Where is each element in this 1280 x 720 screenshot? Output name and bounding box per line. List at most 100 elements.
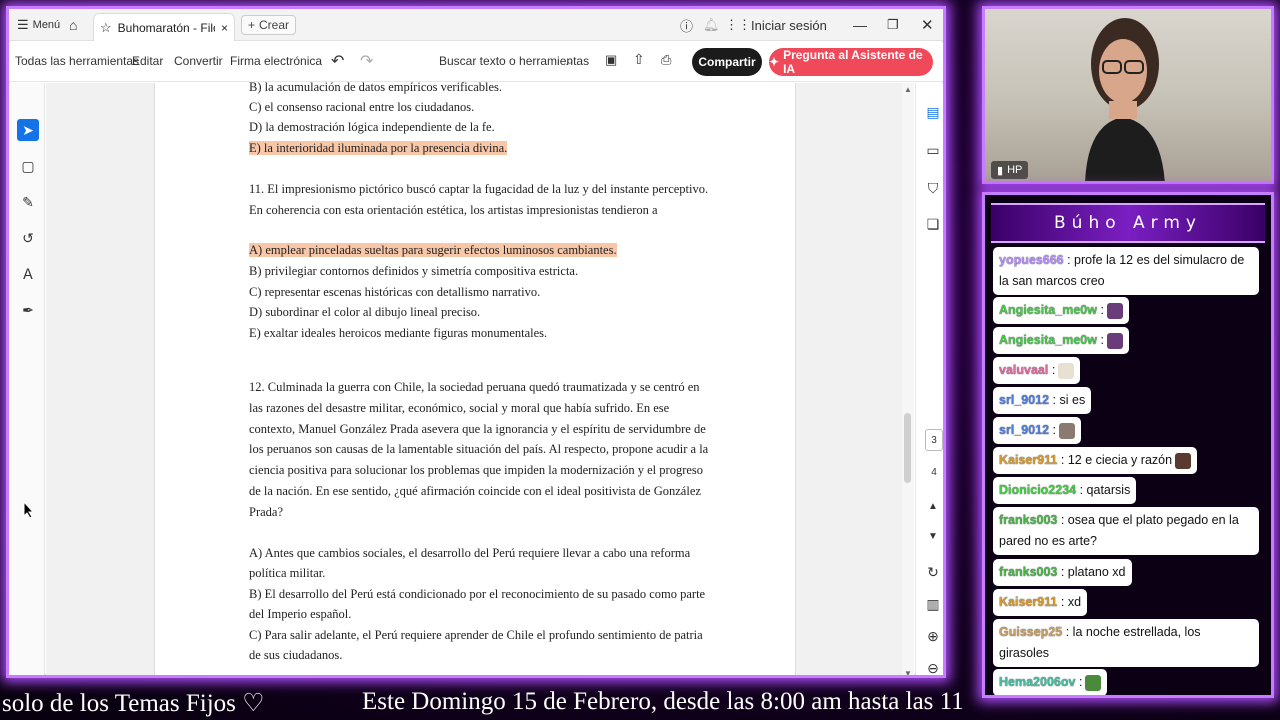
next-page-icon[interactable]: ▼ bbox=[922, 525, 943, 547]
refresh-icon[interactable]: ↻ bbox=[922, 561, 943, 583]
document-line: ciencia positiva para solucionar los pro… bbox=[249, 460, 703, 481]
chat-message: Guissep25 : la noche estrellada, los gir… bbox=[993, 619, 1259, 667]
document-line: D) la demostración lógica independiente … bbox=[249, 117, 495, 138]
signal-icon: ▮ bbox=[997, 164, 1004, 177]
document-line: D) subordinar el color al dibujo lineal … bbox=[249, 302, 480, 323]
page-next[interactable]: 4 bbox=[925, 461, 943, 483]
convert-menu[interactable]: Convertir bbox=[174, 54, 223, 68]
right-tool-rail: ▤ ▭ ⛉ ❏ 3 4 ▲ ▼ ↻ ▥ ⊕ ⊖ bbox=[915, 83, 943, 676]
chat-username[interactable]: Angiesita_me0w bbox=[999, 333, 1097, 347]
all-tools-menu[interactable]: Todas las herramientas bbox=[15, 54, 139, 68]
ticker-right-text: Este Domingo 15 de Febrero, desde las 8:… bbox=[362, 688, 964, 715]
undo-icon[interactable]: ↶ bbox=[331, 51, 344, 71]
scroll-down-icon[interactable]: ▼ bbox=[904, 669, 912, 675]
share-button[interactable]: Compartir bbox=[692, 48, 762, 76]
search-icon[interactable]: ⌕ bbox=[566, 52, 574, 69]
save-icon[interactable]: ▣ bbox=[605, 52, 617, 68]
draw-freehand-icon[interactable]: ↺ bbox=[17, 227, 39, 249]
chat-username[interactable]: yopues666 bbox=[999, 253, 1064, 267]
document-line: del Imperio español. bbox=[249, 604, 351, 625]
line-text: del Imperio español. bbox=[249, 607, 352, 621]
chat-username[interactable]: valuvaal bbox=[999, 363, 1048, 377]
menu-button[interactable]: ☰ Menú bbox=[17, 9, 60, 41]
chat-message: valuvaal : bbox=[993, 357, 1081, 384]
chat-message: Angiesita_me0w : bbox=[993, 327, 1129, 354]
chat-username[interactable]: franks003 bbox=[999, 513, 1057, 527]
chat-emote-icon bbox=[1106, 332, 1123, 349]
camera-label: ▮ HP bbox=[991, 161, 1029, 179]
document-line: C) representar escenas históricas con de… bbox=[249, 282, 540, 303]
line-text: C) representar escenas históricas con de… bbox=[249, 285, 541, 299]
chat-text: : si es bbox=[1052, 393, 1086, 407]
help-icon[interactable]: ⓘ bbox=[680, 9, 693, 41]
chat-username[interactable]: Dionicio2234 bbox=[999, 483, 1076, 497]
chat-message: franks003 : platano xd bbox=[993, 559, 1132, 586]
minimize-icon[interactable]: — bbox=[853, 9, 867, 41]
line-text: de sus ciudadanos. bbox=[249, 648, 343, 662]
line-text: C) el consenso racional entre los ciudad… bbox=[249, 100, 475, 114]
bookmark-icon[interactable]: ⛉ bbox=[922, 177, 943, 199]
edit-menu[interactable]: Editar bbox=[132, 54, 163, 68]
signin-link[interactable]: Iniciar sesión bbox=[751, 9, 827, 41]
line-text: B) El desarrollo del Perú está condicion… bbox=[249, 587, 706, 601]
star-icon[interactable]: ☆ bbox=[100, 20, 112, 36]
chat-username[interactable]: srl_9012 bbox=[999, 393, 1049, 407]
document-line: C) el consenso racional entre los ciudad… bbox=[249, 97, 474, 118]
redo-icon[interactable]: ↷ bbox=[360, 51, 373, 71]
new-tab-button[interactable]: + Crear bbox=[241, 15, 297, 35]
upload-icon[interactable]: ⇧ bbox=[633, 51, 645, 68]
document-line: Prada? bbox=[249, 502, 283, 523]
previous-page-icon[interactable]: ▲ bbox=[922, 495, 943, 517]
document-line: política militar. bbox=[249, 563, 325, 584]
document-line: contexto, Manuel González Prada asevera … bbox=[249, 419, 706, 440]
sign-pen-icon[interactable]: ✒ bbox=[17, 299, 39, 321]
chat-text: : 12 e ciecia y razón bbox=[1060, 453, 1173, 467]
line-text: Prada? bbox=[249, 505, 284, 519]
line-text: de la nación. En ese sentido, ¿qué afirm… bbox=[249, 484, 701, 498]
document-line: las razones del desastre militar, económ… bbox=[249, 398, 669, 419]
ai-summary-icon[interactable]: ▤ bbox=[922, 101, 943, 123]
select-cursor-icon[interactable]: ➤ bbox=[17, 119, 39, 141]
tab-document[interactable]: ☆ Buhomaratón - Filos... × bbox=[93, 13, 235, 41]
chat-username[interactable]: Kaiser911 bbox=[999, 453, 1057, 467]
chat-username[interactable]: Guissep25 bbox=[999, 625, 1062, 639]
apps-grid-icon[interactable]: ⋮⋮ bbox=[725, 9, 751, 41]
close-window-icon[interactable]: ✕ bbox=[921, 9, 934, 41]
plus-icon: + bbox=[248, 18, 256, 32]
close-tab-icon[interactable]: × bbox=[221, 21, 228, 35]
document-line: E) la interioridad iluminada por la pres… bbox=[249, 138, 508, 159]
line-text: B) la acumulación de datos empíricos ver… bbox=[249, 80, 503, 94]
chat-panel: Búho Army yopues666 : profe la 12 es del… bbox=[982, 192, 1274, 698]
zoom-in-icon[interactable]: ⊕ bbox=[922, 625, 943, 647]
esign-menu[interactable]: Firma electrónica bbox=[230, 54, 322, 68]
chat-username[interactable]: srl_9012 bbox=[999, 423, 1049, 437]
chat-username[interactable]: Angiesita_me0w bbox=[999, 303, 1097, 317]
document-info-icon[interactable]: ▥ bbox=[922, 593, 943, 615]
chat-emote-icon bbox=[1106, 302, 1123, 319]
page-current[interactable]: 3 bbox=[925, 429, 943, 451]
add-comment-icon[interactable]: ▢ bbox=[17, 155, 39, 177]
home-icon[interactable]: ⌂ bbox=[69, 9, 77, 41]
copy-pages-icon[interactable]: ❏ bbox=[922, 213, 943, 235]
chat-username[interactable]: franks003 bbox=[999, 565, 1057, 579]
line-text: D) subordinar el color al dibujo lineal … bbox=[249, 305, 481, 319]
scroll-up-icon[interactable]: ▲ bbox=[904, 85, 912, 94]
chat-emote-icon bbox=[1059, 422, 1076, 439]
comments-icon[interactable]: ▭ bbox=[922, 139, 943, 161]
chat-text: : qatarsis bbox=[1079, 483, 1131, 497]
text-select-icon[interactable]: Ａ bbox=[17, 263, 39, 285]
scroll-thumb[interactable] bbox=[904, 413, 911, 483]
restore-icon[interactable]: ❐ bbox=[887, 9, 899, 41]
chat-text: : bbox=[1051, 363, 1056, 377]
chat-username[interactable]: Kaiser911 bbox=[999, 595, 1057, 609]
new-tab-label: Crear bbox=[259, 18, 290, 32]
print-icon[interactable]: ⎙ bbox=[661, 52, 671, 68]
vertical-scrollbar[interactable]: ▲ ▼ bbox=[902, 83, 914, 675]
bell-icon[interactable]: 🔔︎ bbox=[703, 9, 720, 41]
zoom-out-icon[interactable]: ⊖ bbox=[922, 657, 943, 676]
camera-name: HP bbox=[1007, 164, 1023, 176]
ai-assistant-button[interactable]: ✦ Pregunta al Asistente de IA bbox=[769, 48, 933, 76]
highlighted-answer: E) la interioridad iluminada por la pres… bbox=[249, 141, 508, 155]
highlight-pen-icon[interactable]: ✎ bbox=[17, 191, 39, 213]
chat-message: franks003 : osea que el plato pegado en … bbox=[993, 507, 1259, 555]
